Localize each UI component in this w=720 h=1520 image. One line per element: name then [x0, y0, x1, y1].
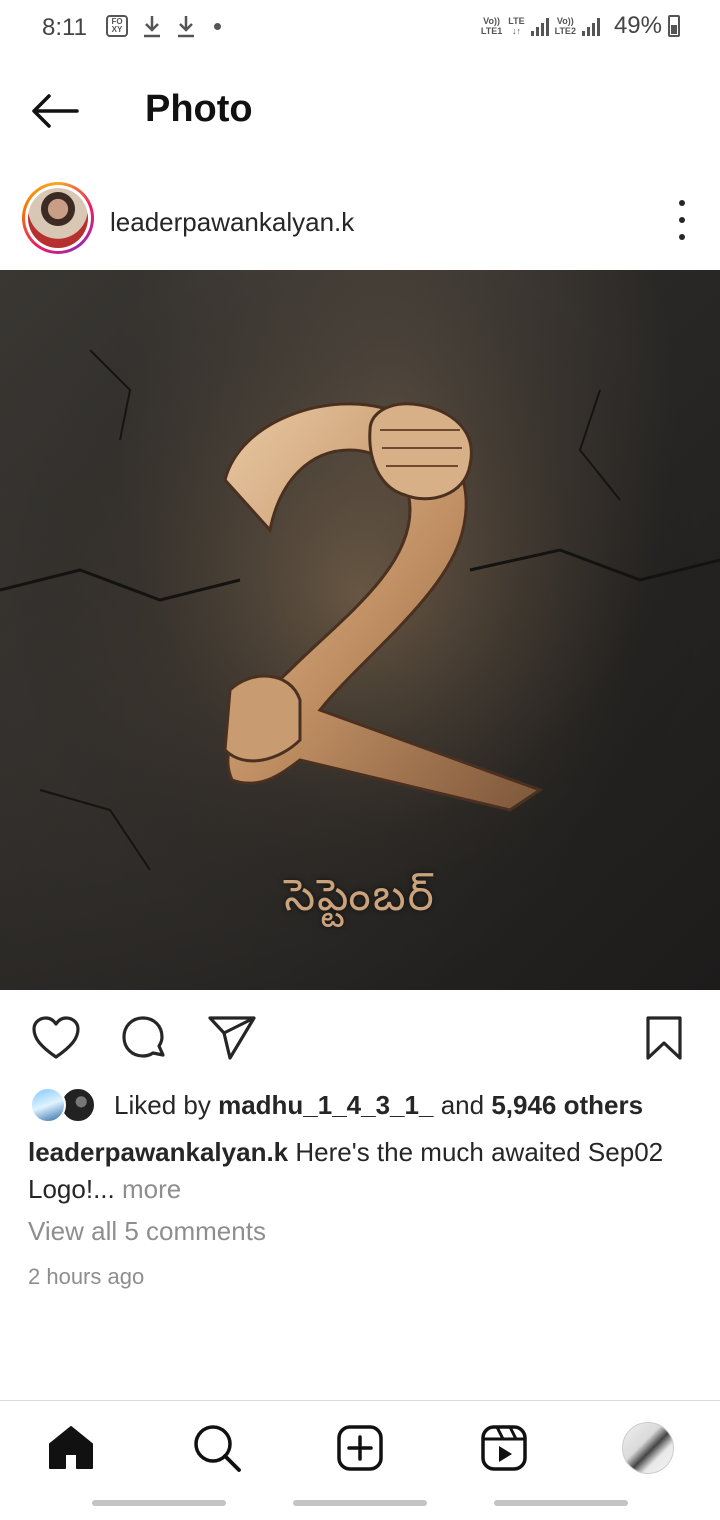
lte-indicator: LTE ↓↑	[508, 16, 525, 36]
post-image[interactable]: సెప్టెంబర్	[0, 270, 720, 990]
bookmark-icon	[646, 1016, 682, 1060]
save-button[interactable]	[638, 1012, 690, 1064]
avatar	[30, 1087, 66, 1123]
likes-summary[interactable]: Liked by madhu_1_4_3_1_ and 5,946 others	[30, 1084, 643, 1126]
arrow-left-icon	[32, 94, 79, 128]
home-icon	[49, 1426, 93, 1469]
volte-sim2-indicator: Vo)) LTE2	[554, 16, 576, 36]
avatar	[28, 188, 88, 248]
more-options-button[interactable]	[672, 200, 692, 240]
signal-sim2-icon	[581, 16, 600, 36]
battery-icon	[668, 15, 680, 37]
nav-reels[interactable]	[477, 1421, 531, 1475]
volte-sim1-indicator: Vo)) LTE1	[480, 16, 503, 36]
status-time: 8:11	[42, 14, 87, 41]
signal-sim1-icon	[530, 16, 549, 36]
gesture-handle-left	[92, 1500, 226, 1506]
likes-count[interactable]: 5,946 others	[491, 1090, 643, 1120]
top-app-bar: Photo	[0, 66, 720, 156]
status-bar: 8:11 FO XY Vo)) LTE1 LTE ↓↑ Vo)) LTE2 49…	[0, 0, 720, 56]
liker-avatars	[30, 1085, 102, 1125]
post-header: leaderpawankalyan.k	[0, 176, 720, 270]
share-icon	[208, 1016, 256, 1060]
search-icon	[194, 1425, 241, 1472]
heart-icon	[32, 1016, 80, 1059]
post-actions	[0, 1004, 720, 1068]
post-username[interactable]: leaderpawankalyan.k	[110, 207, 354, 238]
post-caption: leaderpawankalyan.k Here's the much awai…	[28, 1134, 698, 1208]
likes-text: Liked by madhu_1_4_3_1_ and 5,946 others	[114, 1089, 644, 1120]
notification-dot-icon	[214, 22, 221, 30]
download-icon	[144, 16, 160, 38]
nav-search[interactable]	[190, 1421, 244, 1475]
add-post-icon	[337, 1425, 383, 1471]
liker-username[interactable]: madhu_1_4_3_1_	[218, 1090, 433, 1120]
nav-create[interactable]	[333, 1421, 387, 1475]
like-button[interactable]	[30, 1012, 82, 1064]
comment-icon	[122, 1016, 165, 1058]
foxy-app-icon: FO XY	[106, 15, 128, 37]
image-telugu-text: సెప్టెంబర్	[284, 870, 436, 921]
status-right-icons: Vo)) LTE1 LTE ↓↑ Vo)) LTE2 49%	[481, 12, 680, 40]
story-ring-avatar[interactable]	[22, 182, 94, 254]
profile-avatar	[622, 1422, 674, 1474]
back-button[interactable]	[26, 86, 84, 136]
bottom-navigation	[0, 1400, 720, 1492]
battery-percent: 49%	[613, 12, 662, 39]
caption-username[interactable]: leaderpawankalyan.k	[28, 1137, 288, 1167]
download-icon	[178, 16, 194, 38]
view-comments-link[interactable]: View all 5 comments	[28, 1216, 266, 1247]
status-left-icons: FO XY	[106, 14, 221, 38]
comment-button[interactable]	[118, 1012, 170, 1064]
caption-more-link[interactable]: more	[122, 1174, 181, 1204]
nav-profile[interactable]	[621, 1421, 675, 1475]
more-vertical-icon	[679, 200, 685, 206]
reels-icon	[481, 1425, 527, 1471]
post-timestamp: 2 hours ago	[28, 1264, 145, 1289]
page-title: Photo	[145, 88, 253, 130]
gesture-handle-right	[494, 1500, 628, 1506]
share-button[interactable]	[206, 1012, 258, 1064]
nav-home[interactable]	[44, 1421, 98, 1475]
gesture-handle-center[interactable]	[293, 1500, 427, 1506]
